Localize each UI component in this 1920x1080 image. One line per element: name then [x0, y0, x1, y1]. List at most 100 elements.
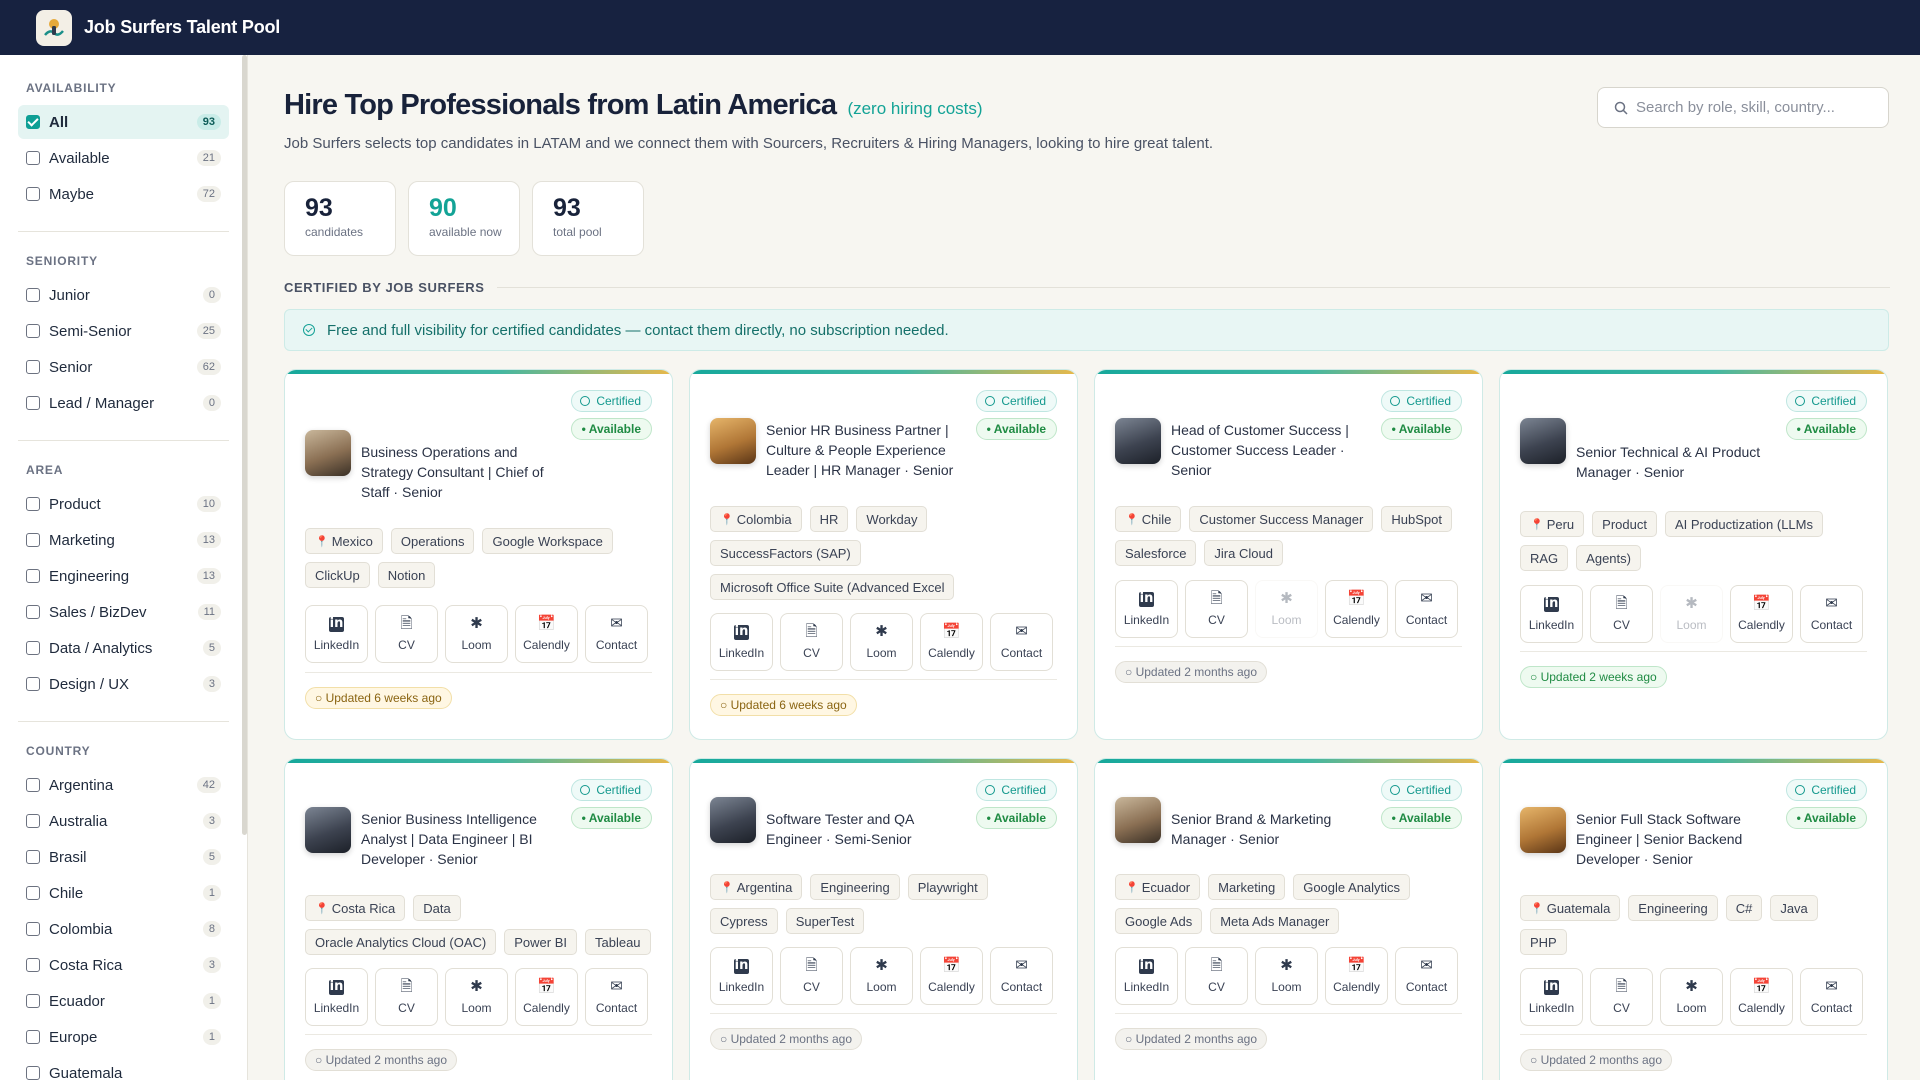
checkbox[interactable]: [26, 569, 40, 583]
loom-button[interactable]: ✱ Loom: [850, 947, 913, 1005]
contact-button[interactable]: ✉ Contact: [990, 947, 1053, 1005]
filter-country-ecuador[interactable]: Ecuador 1: [18, 984, 229, 1018]
filter-area-engineering[interactable]: Engineering 13: [18, 559, 229, 593]
checkbox[interactable]: [26, 187, 40, 201]
contact-button[interactable]: ✉ Contact: [585, 968, 648, 1026]
contact-button[interactable]: ✉ Contact: [585, 605, 648, 663]
filter-seniority-senior[interactable]: Senior 62: [18, 350, 229, 384]
filter-seniority-semi-senior[interactable]: Semi-Senior 25: [18, 314, 229, 348]
candidate-card[interactable]: Certified • Available Senior Technical &…: [1499, 369, 1888, 740]
contact-button[interactable]: ✉ Contact: [1395, 947, 1458, 1005]
sidebar-scrollbar[interactable]: [242, 55, 247, 835]
checkbox[interactable]: [26, 958, 40, 972]
filter-availability-all[interactable]: All 93: [18, 105, 229, 139]
checkbox[interactable]: [26, 677, 40, 691]
filter-area-product[interactable]: Product 10: [18, 487, 229, 521]
checkbox[interactable]: [26, 605, 40, 619]
checkbox[interactable]: [26, 850, 40, 864]
filter-country-guatemala[interactable]: Guatemala: [18, 1056, 229, 1080]
checkbox[interactable]: [26, 396, 40, 410]
calendly-button[interactable]: 📅 Calendly: [920, 947, 983, 1005]
filter-availability-available[interactable]: Available 21: [18, 141, 229, 175]
checkbox[interactable]: [26, 994, 40, 1008]
cv-button[interactable]: 🗎 CV: [1185, 947, 1248, 1005]
candidate-card[interactable]: Certified • Available Senior Business In…: [284, 758, 673, 1080]
loom-button[interactable]: ✱ Loom: [1255, 580, 1318, 638]
candidate-card[interactable]: Certified • Available Senior Brand & Mar…: [1094, 758, 1483, 1080]
checkbox[interactable]: [26, 324, 40, 338]
candidate-card[interactable]: Certified • Available Head of Customer S…: [1094, 369, 1483, 740]
linkedin-button[interactable]: in LinkedIn: [305, 968, 368, 1026]
app-logo-icon[interactable]: [36, 9, 72, 46]
linkedin-button[interactable]: in LinkedIn: [1520, 968, 1583, 1026]
loom-button[interactable]: ✱ Loom: [1660, 585, 1723, 643]
checkbox[interactable]: [26, 151, 40, 165]
filter-area-sales-bizdev[interactable]: Sales / BizDev 11: [18, 595, 229, 629]
location-pin-icon: 📍: [1530, 902, 1544, 915]
calendly-button[interactable]: 📅 Calendly: [1730, 968, 1793, 1026]
loom-button[interactable]: ✱ Loom: [445, 968, 508, 1026]
contact-button[interactable]: ✉ Contact: [1395, 580, 1458, 638]
linkedin-button[interactable]: in LinkedIn: [1115, 947, 1178, 1005]
linkedin-button[interactable]: in LinkedIn: [710, 613, 773, 671]
cv-button[interactable]: 🗎 CV: [1590, 585, 1653, 643]
filter-count: 5: [202, 849, 221, 865]
filter-area-marketing[interactable]: Marketing 13: [18, 523, 229, 557]
checkbox[interactable]: [26, 497, 40, 511]
filter-seniority-junior[interactable]: Junior 0: [18, 278, 229, 312]
calendar-icon: 📅: [1752, 595, 1771, 612]
contact-button[interactable]: ✉ Contact: [1800, 585, 1863, 643]
linkedin-button[interactable]: in LinkedIn: [710, 947, 773, 1005]
cv-button[interactable]: 🗎 CV: [780, 613, 843, 671]
filter-area-data-analytics[interactable]: Data / Analytics 5: [18, 631, 229, 665]
loom-button[interactable]: ✱ Loom: [445, 605, 508, 663]
country-label: Chile: [1141, 511, 1172, 527]
search-box[interactable]: [1597, 87, 1889, 128]
calendly-button[interactable]: 📅 Calendly: [1730, 585, 1793, 643]
filter-country-brasil[interactable]: Brasil 5: [18, 840, 229, 874]
loom-button[interactable]: ✱ Loom: [1255, 947, 1318, 1005]
calendly-button[interactable]: 📅 Calendly: [515, 968, 578, 1026]
checkbox[interactable]: [26, 814, 40, 828]
cv-button[interactable]: 🗎 CV: [375, 968, 438, 1026]
checkbox[interactable]: [26, 641, 40, 655]
contact-button[interactable]: ✉ Contact: [1800, 968, 1863, 1026]
checkbox[interactable]: [26, 360, 40, 374]
cv-button[interactable]: 🗎 CV: [1185, 580, 1248, 638]
cv-button[interactable]: 🗎 CV: [1590, 968, 1653, 1026]
calendly-button[interactable]: 📅 Calendly: [515, 605, 578, 663]
checkbox[interactable]: [26, 1066, 40, 1080]
checkbox[interactable]: [26, 922, 40, 936]
linkedin-button[interactable]: in LinkedIn: [1115, 580, 1178, 638]
cv-button[interactable]: 🗎 CV: [375, 605, 438, 663]
checkbox[interactable]: [26, 886, 40, 900]
checkbox[interactable]: [26, 778, 40, 792]
filter-country-costa-rica[interactable]: Costa Rica 3: [18, 948, 229, 982]
checkbox[interactable]: [26, 115, 40, 129]
calendly-button[interactable]: 📅 Calendly: [920, 613, 983, 671]
linkedin-button[interactable]: in LinkedIn: [305, 605, 368, 663]
filter-area-design-ux[interactable]: Design / UX 3: [18, 667, 229, 701]
filter-availability-maybe[interactable]: Maybe 72: [18, 177, 229, 211]
filter-country-australia[interactable]: Australia 3: [18, 804, 229, 838]
search-input[interactable]: [1636, 99, 1876, 116]
filter-country-argentina[interactable]: Argentina 42: [18, 768, 229, 802]
cv-button[interactable]: 🗎 CV: [780, 947, 843, 1005]
candidate-card[interactable]: Certified • Available Senior Full Stack …: [1499, 758, 1888, 1080]
filter-seniority-lead-manager[interactable]: Lead / Manager 0: [18, 386, 229, 420]
loom-button[interactable]: ✱ Loom: [1660, 968, 1723, 1026]
checkbox[interactable]: [26, 1030, 40, 1044]
checkbox[interactable]: [26, 288, 40, 302]
checkbox[interactable]: [26, 533, 40, 547]
filter-country-chile[interactable]: Chile 1: [18, 876, 229, 910]
candidate-card[interactable]: Certified • Available Senior HR Business…: [689, 369, 1078, 740]
loom-button[interactable]: ✱ Loom: [850, 613, 913, 671]
filter-country-europe[interactable]: Europe 1: [18, 1020, 229, 1054]
candidate-card[interactable]: Certified • Available Business Operation…: [284, 369, 673, 740]
candidate-card[interactable]: Certified • Available Software Tester an…: [689, 758, 1078, 1080]
calendly-button[interactable]: 📅 Calendly: [1325, 947, 1388, 1005]
contact-button[interactable]: ✉ Contact: [990, 613, 1053, 671]
linkedin-button[interactable]: in LinkedIn: [1520, 585, 1583, 643]
calendly-button[interactable]: 📅 Calendly: [1325, 580, 1388, 638]
filter-country-colombia[interactable]: Colombia 8: [18, 912, 229, 946]
